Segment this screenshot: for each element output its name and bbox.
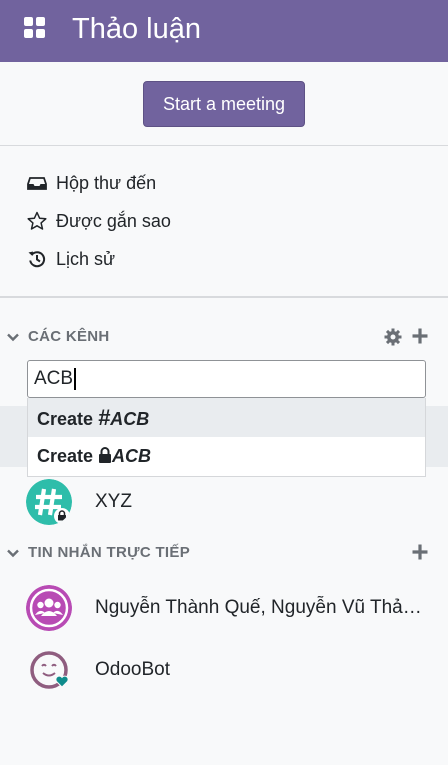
create-public-channel-option[interactable]: Create #ACB <box>28 398 425 437</box>
channel-search-input[interactable]: ACB <box>27 360 426 398</box>
hash-private-channel-icon <box>26 479 72 525</box>
mailbox-inbox[interactable]: Hộp thư đến <box>0 164 448 202</box>
gear-icon[interactable] <box>384 328 402 346</box>
chevron-down-icon[interactable] <box>6 330 20 344</box>
mailbox-label: Được gắn sao <box>56 211 171 231</box>
apps-grid-icon[interactable] <box>24 17 46 39</box>
add-channel-icon[interactable] <box>410 326 430 346</box>
odoobot-avatar-icon <box>26 647 72 693</box>
row-highlight <box>0 406 27 467</box>
option-prefix: Create <box>37 446 99 466</box>
direct-messages-label[interactable]: TIN NHẮN TRỰC TIẾP <box>28 544 190 561</box>
mailbox-starred[interactable]: Được gắn sao <box>0 202 448 240</box>
history-icon <box>28 251 46 268</box>
channel-suggestions: Create #ACB Create ACB <box>27 398 426 477</box>
option-name: ACB <box>110 409 150 429</box>
chevron-down-icon[interactable] <box>6 546 20 560</box>
mailbox-label: Lịch sử <box>56 249 116 269</box>
text-caret <box>74 367 77 390</box>
section-divider <box>0 296 448 298</box>
dm-name: OdooBot <box>95 659 170 680</box>
dm-item-group[interactable]: Nguyễn Thành Quế, Nguyễn Vũ Thả… <box>0 582 448 638</box>
start-meeting-button[interactable]: Start a meeting <box>143 81 305 127</box>
lock-icon <box>99 447 112 463</box>
group-avatar-icon <box>26 585 72 631</box>
dm-item-odoobot[interactable]: OdooBot <box>0 644 448 700</box>
mailbox-label: Hộp thư đến <box>56 173 157 193</box>
inbox-icon <box>27 177 47 190</box>
add-chat-icon[interactable] <box>410 542 430 562</box>
dm-name: Nguyễn Thành Quế, Nguyễn Vũ Thả… <box>95 597 422 618</box>
page-title: Thảo luận <box>72 13 201 45</box>
meeting-section: Start a meeting <box>0 62 448 146</box>
hash-icon: # <box>98 405 111 430</box>
star-icon <box>27 211 47 230</box>
create-private-channel-option[interactable]: Create ACB <box>28 437 425 476</box>
channels-label[interactable]: CÁC KÊNH <box>28 328 110 345</box>
channel-item-xyz[interactable]: XYZ <box>0 476 448 532</box>
channel-name: XYZ <box>95 491 132 512</box>
channels-header: CÁC KÊNH <box>0 322 448 352</box>
option-name: ACB <box>112 446 152 466</box>
app-header: Thảo luận <box>0 0 448 62</box>
mailbox-history[interactable]: Lịch sử <box>0 240 448 278</box>
row-highlight <box>426 406 448 467</box>
search-value: ACB <box>34 368 74 389</box>
option-prefix: Create <box>37 409 99 429</box>
direct-messages-header: TIN NHẮN TRỰC TIẾP <box>0 538 448 568</box>
